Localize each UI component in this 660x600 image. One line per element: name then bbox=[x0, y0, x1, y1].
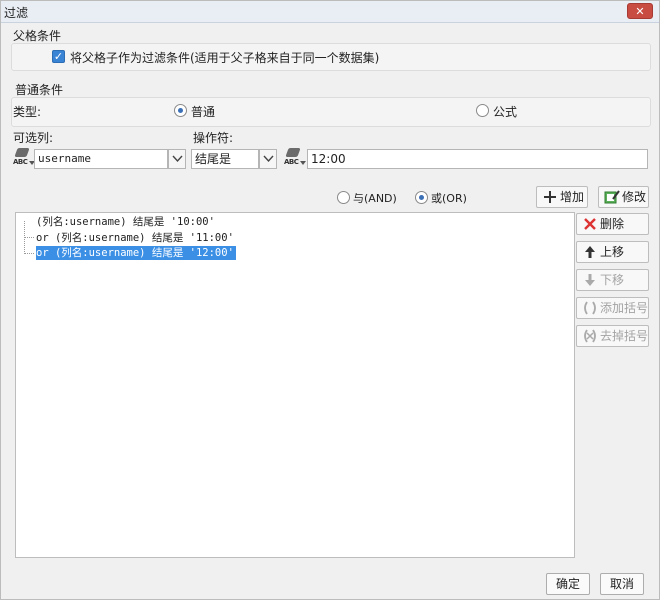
move-down-button[interactable]: 下移 bbox=[576, 269, 649, 291]
parent-section-title: 父格条件 bbox=[13, 29, 62, 43]
parent-filter-checkbox-label: 将父格子作为过滤条件(适用于父子格来自于同一个数据集) bbox=[70, 51, 380, 65]
condition-row[interactable]: or (列名:username) 结尾是 '11:00' bbox=[36, 231, 234, 245]
value-input[interactable]: 12:00 bbox=[307, 149, 648, 169]
condition-row-selected[interactable]: or (列名:username) 结尾是 '12:00' bbox=[36, 246, 236, 260]
delete-icon bbox=[584, 218, 596, 230]
type-row-box bbox=[11, 97, 651, 127]
brackets-icon bbox=[584, 301, 596, 315]
add-button[interactable]: 增加 bbox=[536, 186, 588, 208]
column-select[interactable]: username bbox=[34, 149, 168, 169]
parent-filter-checkbox[interactable]: ✓ bbox=[52, 50, 65, 63]
logic-or-radio[interactable] bbox=[415, 191, 428, 204]
operator-dropdown-button[interactable] bbox=[259, 149, 277, 169]
type-normal-label: 普通 bbox=[191, 105, 216, 119]
type-label: 类型: bbox=[13, 105, 42, 119]
condition-row[interactable]: (列名:username) 结尾是 '10:00' bbox=[36, 215, 215, 229]
logic-and-radio[interactable] bbox=[337, 191, 350, 204]
ok-button[interactable]: 确定 bbox=[546, 573, 590, 595]
close-icon: ✕ bbox=[635, 5, 645, 18]
window-title: 过滤 bbox=[4, 6, 29, 20]
remove-brackets-icon bbox=[584, 329, 596, 343]
tree-connector bbox=[24, 253, 34, 254]
conditions-list[interactable]: (列名:username) 结尾是 '10:00' or (列名:usernam… bbox=[15, 212, 575, 558]
chevron-down-icon bbox=[263, 155, 274, 163]
move-up-button[interactable]: 上移 bbox=[576, 241, 649, 263]
type-formula-label: 公式 bbox=[493, 105, 518, 119]
column-type-icon[interactable]: ABC bbox=[12, 148, 35, 168]
column-label: 可选列: bbox=[13, 131, 54, 145]
arrow-down-icon bbox=[585, 274, 595, 286]
edit-icon bbox=[604, 190, 620, 204]
type-normal-radio[interactable] bbox=[174, 104, 187, 117]
delete-button[interactable]: 删除 bbox=[576, 213, 649, 235]
cancel-button[interactable]: 取消 bbox=[600, 573, 644, 595]
tree-connector bbox=[24, 237, 34, 238]
operator-select[interactable]: 结尾是 bbox=[191, 149, 259, 169]
title-bar: 过滤 ✕ bbox=[1, 1, 659, 23]
value-type-icon[interactable]: ABC bbox=[283, 148, 306, 168]
type-formula-radio[interactable] bbox=[476, 104, 489, 117]
remove-bracket-button[interactable]: 去掉括号 bbox=[576, 325, 649, 347]
logic-or-label: 或(OR) bbox=[431, 192, 467, 205]
general-section-title: 普通条件 bbox=[15, 83, 64, 97]
close-button[interactable]: ✕ bbox=[627, 3, 653, 19]
plus-icon bbox=[544, 191, 556, 203]
column-dropdown-button[interactable] bbox=[168, 149, 186, 169]
arrow-up-icon bbox=[585, 246, 595, 258]
modify-button[interactable]: 修改 bbox=[598, 186, 649, 208]
filter-dialog: 过滤 ✕ 父格条件 ✓ 将父格子作为过滤条件(适用于父子格来自于同一个数据集) … bbox=[0, 0, 660, 600]
add-bracket-button[interactable]: 添加括号 bbox=[576, 297, 649, 319]
chevron-down-icon bbox=[172, 155, 183, 163]
operator-label: 操作符: bbox=[193, 131, 234, 145]
logic-and-label: 与(AND) bbox=[353, 192, 397, 205]
